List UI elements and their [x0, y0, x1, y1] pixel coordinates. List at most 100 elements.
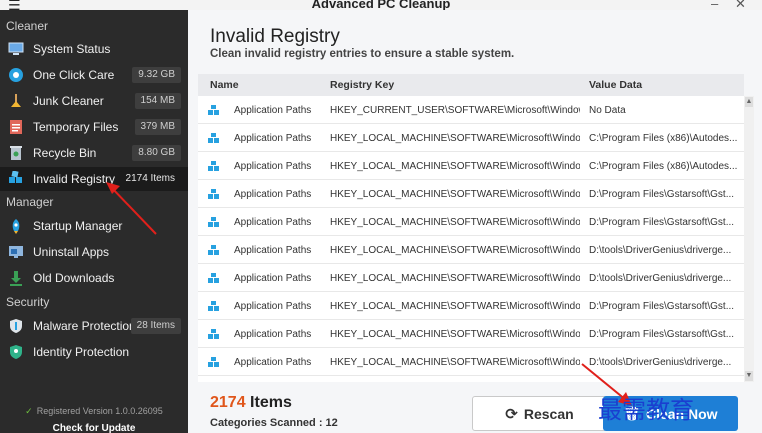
table-row[interactable]: Application Paths HKEY_LOCAL_MACHINE\SOF…: [198, 348, 744, 376]
registered-version: ✓ Registered Version 1.0.0.26095: [0, 406, 188, 417]
window-title: Advanced PC Cleanup: [311, 0, 451, 10]
size-badge: 9.32 GB: [132, 67, 181, 83]
scroll-up-icon[interactable]: ▲: [745, 97, 753, 107]
cell-name: Application Paths: [234, 105, 312, 116]
sidebar-item-label: Uninstall Apps: [33, 245, 110, 259]
cell-value-data: C:\Program Files (x86)\Autodes...: [589, 161, 738, 172]
minimize-button[interactable]: –: [711, 0, 718, 10]
registry-table: Application Paths HKEY_CURRENT_USER\SOFT…: [198, 96, 744, 382]
cell-registry-key: HKEY_LOCAL_MACHINE\SOFTWARE\Microsoft\Wi…: [330, 273, 580, 284]
registry-entry-icon: [208, 105, 219, 115]
document-icon: [7, 119, 25, 135]
scroll-down-icon[interactable]: ▼: [745, 371, 753, 381]
cell-value-data: D:\tools\DriverGenius\driverge...: [589, 273, 732, 284]
page-title: Invalid Registry: [210, 26, 340, 47]
sidebar: Cleaner System Status One Click Care 9.3…: [0, 10, 188, 433]
table-row[interactable]: Application Paths HKEY_LOCAL_MACHINE\SOF…: [198, 208, 744, 236]
close-button[interactable]: ✕: [735, 0, 746, 10]
categories-scanned: Categories Scanned : 12: [210, 417, 338, 429]
sidebar-item-label: Temporary Files: [33, 120, 119, 134]
cell-value-data: D:\tools\DriverGenius\driverge...: [589, 245, 732, 256]
table-row[interactable]: Application Paths HKEY_LOCAL_MACHINE\SOF…: [198, 152, 744, 180]
title-bar: ☰ Advanced PC Cleanup – ✕: [0, 0, 762, 10]
cell-value-data: No Data: [589, 105, 626, 116]
malware-shield-icon: [7, 318, 25, 334]
cell-name: Application Paths: [234, 245, 312, 256]
sidebar-item-label: Startup Manager: [33, 219, 123, 233]
sidebar-item-label: System Status: [33, 42, 111, 56]
registry-entry-icon: [208, 161, 219, 171]
one-click-care-icon: [7, 67, 25, 83]
table-row[interactable]: Application Paths HKEY_LOCAL_MACHINE\SOF…: [198, 292, 744, 320]
registry-entry-icon: [208, 245, 219, 255]
table-row[interactable]: Application Paths HKEY_LOCAL_MACHINE\SOF…: [198, 124, 744, 152]
items-count-label: Items: [250, 394, 292, 411]
check-for-update-link[interactable]: Check for Update: [0, 423, 188, 433]
cell-registry-key: HKEY_LOCAL_MACHINE\SOFTWARE\Microsoft\Wi…: [330, 357, 580, 368]
cell-value-data: D:\Program Files\Gstarsoft\Gst...: [589, 301, 735, 312]
table-header: Name Registry Key Value Data: [198, 74, 744, 96]
cell-name: Application Paths: [234, 133, 312, 144]
size-badge: 379 MB: [134, 119, 181, 135]
registry-entry-icon: [208, 273, 219, 283]
table-row[interactable]: Application Paths HKEY_LOCAL_MACHINE\SOF…: [198, 180, 744, 208]
section-label-manager: Manager: [6, 195, 54, 209]
sidebar-item-temporary-files[interactable]: Temporary Files 379 MB: [0, 115, 188, 139]
cell-registry-key: HKEY_CURRENT_USER\SOFTWARE\Microsoft\Win…: [330, 105, 580, 116]
size-badge: 8.80 GB: [132, 145, 181, 161]
cell-name: Application Paths: [234, 301, 312, 312]
check-icon: ✓: [25, 406, 33, 416]
sidebar-item-uninstall-apps[interactable]: Uninstall Apps: [0, 240, 188, 264]
sidebar-item-invalid-registry[interactable]: Invalid Registry 2174 Items: [0, 167, 188, 191]
cell-registry-key: HKEY_LOCAL_MACHINE\SOFTWARE\Microsoft\Wi…: [330, 217, 580, 228]
table-scrollbar[interactable]: ▲ ▼: [744, 96, 754, 382]
sidebar-item-malware-protection[interactable]: Malware Protection 28 Items: [0, 314, 188, 338]
sidebar-item-label: Old Downloads: [33, 271, 115, 285]
sidebar-item-recycle-bin[interactable]: Recycle Bin 8.80 GB: [0, 141, 188, 165]
recycle-bin-icon: [7, 145, 25, 161]
table-row[interactable]: Application Paths HKEY_CURRENT_USER\SOFT…: [198, 96, 744, 124]
monitor-icon: [7, 41, 25, 57]
sidebar-item-label: Malware Protection: [33, 319, 136, 333]
table-row[interactable]: Application Paths HKEY_LOCAL_MACHINE\SOF…: [198, 320, 744, 348]
sidebar-item-one-click-care[interactable]: One Click Care 9.32 GB: [0, 63, 188, 87]
sidebar-item-label: Identity Protection: [33, 345, 130, 359]
sidebar-item-old-downloads[interactable]: Old Downloads: [0, 266, 188, 290]
section-label-cleaner: Cleaner: [6, 19, 49, 33]
registry-cubes-icon: [7, 171, 25, 187]
cell-value-data: D:\Program Files\Gstarsoft\Gst...: [589, 217, 735, 228]
sidebar-item-junk-cleaner[interactable]: Junk Cleaner 154 MB: [0, 89, 188, 113]
registry-entry-icon: [208, 329, 219, 339]
rescan-label: Rescan: [523, 405, 574, 422]
main-panel: Invalid Registry Clean invalid registry …: [188, 10, 762, 433]
sidebar-item-startup-manager[interactable]: Startup Manager: [0, 214, 188, 238]
refresh-icon: ⟳: [505, 405, 518, 423]
registry-entry-icon: [208, 189, 219, 199]
column-header-value-data[interactable]: Value Data: [589, 79, 642, 91]
items-badge: 2174 Items: [119, 171, 181, 187]
cell-name: Application Paths: [234, 161, 312, 172]
registry-entry-icon: [208, 301, 219, 311]
section-label-security: Security: [6, 295, 50, 309]
cell-registry-key: HKEY_LOCAL_MACHINE\SOFTWARE\Microsoft\Wi…: [330, 329, 580, 340]
cell-registry-key: HKEY_LOCAL_MACHINE\SOFTWARE\Microsoft\Wi…: [330, 133, 580, 144]
sidebar-item-label: Invalid Registry: [33, 172, 116, 186]
cell-name: Application Paths: [234, 217, 312, 228]
sidebar-item-label: Recycle Bin: [33, 146, 97, 160]
column-header-name[interactable]: Name: [210, 79, 239, 91]
rescan-button[interactable]: ⟳ Rescan: [472, 396, 607, 431]
registry-entry-icon: [208, 217, 219, 227]
table-row[interactable]: Application Paths HKEY_LOCAL_MACHINE\SOF…: [198, 236, 744, 264]
table-row[interactable]: Application Paths HKEY_LOCAL_MACHINE\SOF…: [198, 264, 744, 292]
column-header-registry-key[interactable]: Registry Key: [330, 79, 394, 91]
registered-version-text: Registered Version 1.0.0.26095: [36, 406, 163, 416]
rocket-icon: [7, 218, 25, 234]
sidebar-item-label: One Click Care: [33, 68, 115, 82]
sidebar-item-identity-protection[interactable]: Identity Protection: [0, 340, 188, 364]
items-count: 2174 Items: [210, 394, 292, 412]
cell-registry-key: HKEY_LOCAL_MACHINE\SOFTWARE\Microsoft\Wi…: [330, 189, 580, 200]
sidebar-item-system-status[interactable]: System Status: [0, 37, 188, 61]
cell-registry-key: HKEY_LOCAL_MACHINE\SOFTWARE\Microsoft\Wi…: [330, 301, 580, 312]
identity-shield-icon: [7, 344, 25, 360]
cell-registry-key: HKEY_LOCAL_MACHINE\SOFTWARE\Microsoft\Wi…: [330, 245, 580, 256]
